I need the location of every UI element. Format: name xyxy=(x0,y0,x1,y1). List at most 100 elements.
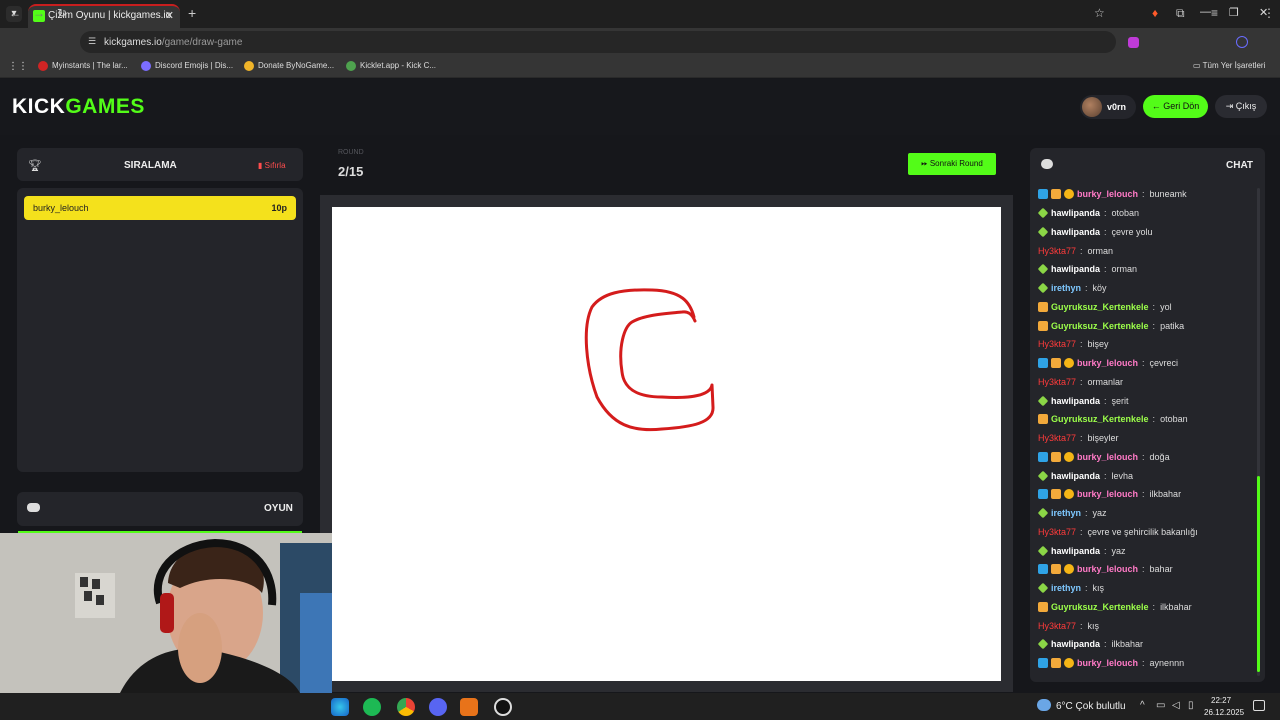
chat-username[interactable]: burky_lelouch xyxy=(1077,189,1138,199)
exit-button[interactable]: ⇥ Çıkış xyxy=(1215,95,1267,118)
chat-username[interactable]: Guyruksuz_Kertenkele xyxy=(1051,414,1149,424)
chat-username[interactable]: Guyruksuz_Kertenkele xyxy=(1051,321,1149,331)
minimize-icon[interactable]: — xyxy=(1200,6,1211,18)
webcam-overlay xyxy=(0,533,332,693)
trash-icon: ▮ xyxy=(258,161,265,170)
reset-label: Sıfırla xyxy=(264,161,286,170)
kicklet-icon xyxy=(346,61,356,71)
menu-kebab-icon[interactable]: ⋮ xyxy=(1263,6,1275,20)
clock-time[interactable]: 22:27 xyxy=(1211,696,1231,705)
chat-title: CHAT xyxy=(1226,160,1254,171)
chat-text: otoban xyxy=(1111,208,1140,219)
chat-username[interactable]: hawlipanda xyxy=(1051,639,1100,649)
file-app-icon[interactable] xyxy=(460,698,478,716)
chrome-icon[interactable] xyxy=(397,698,415,716)
bookmark-kicklet[interactable]: Kicklet.app - Kick C... xyxy=(346,61,436,71)
chat-username[interactable]: Guyruksuz_Kertenkele xyxy=(1051,602,1149,612)
chat-username[interactable]: Hy3kta77 xyxy=(1038,377,1076,387)
obs-icon[interactable] xyxy=(494,698,512,716)
battery-icon[interactable]: ▯ xyxy=(1188,700,1194,711)
chat-username[interactable]: hawlipanda xyxy=(1051,396,1100,406)
chat-message: Hy3kta77: bişey xyxy=(1038,335,1254,354)
chat-scrollbar-thumb[interactable] xyxy=(1257,476,1260,672)
chat-username[interactable]: burky_lelouch xyxy=(1077,658,1138,668)
weather-widget[interactable]: 6°C Çok bulutlu xyxy=(1056,701,1126,712)
restore-icon[interactable]: ❐ xyxy=(1229,6,1239,19)
profile-icon[interactable] xyxy=(1236,36,1248,48)
chat-username[interactable]: burky_lelouch xyxy=(1077,452,1138,462)
chat-username[interactable]: hawlipanda xyxy=(1051,264,1100,274)
chat-username[interactable]: hawlipanda xyxy=(1051,227,1100,237)
bookmark-label: Donate ByNoGame... xyxy=(258,61,335,71)
chat-message: burky_lelouch: ilkbahar xyxy=(1038,485,1254,504)
url-text[interactable]: kickgames.io/game/draw-game xyxy=(104,37,242,48)
reset-leaderboard-button[interactable]: ▮ Sıfırla xyxy=(258,161,286,170)
star-badge-icon xyxy=(1038,395,1049,406)
site-info-icon[interactable]: ☰ xyxy=(88,36,96,47)
back-arrow-icon[interactable]: ← xyxy=(9,6,21,20)
chat-username[interactable]: hawlipanda xyxy=(1051,471,1100,481)
chat-username[interactable]: hawlipanda xyxy=(1051,546,1100,556)
coin-badge-icon xyxy=(1064,358,1074,369)
extensions-puzzle-icon[interactable]: ⧉ xyxy=(1176,6,1185,21)
clock-date[interactable]: 26.12.2025 xyxy=(1204,708,1244,717)
chat-username[interactable]: burky_lelouch xyxy=(1077,358,1138,368)
chat-username[interactable]: irethyn xyxy=(1051,583,1081,593)
volume-icon[interactable]: ◁ xyxy=(1172,700,1180,711)
chat-username[interactable]: Hy3kta77 xyxy=(1038,339,1076,349)
chat-text: çevre ve şehircilik bakanlığı xyxy=(1087,526,1198,537)
bookmark-myinstants[interactable]: Myinstants | The lar... xyxy=(38,61,128,71)
bookmark-star-icon[interactable]: ☆ xyxy=(1094,6,1105,20)
back-button[interactable]: ← Geri Dön xyxy=(1143,95,1208,118)
tray-chevron-icon[interactable]: ^ xyxy=(1140,700,1145,711)
apps-grid-icon[interactable]: ⋮⋮ xyxy=(8,61,28,72)
edge-icon[interactable] xyxy=(331,698,349,716)
chat-username[interactable]: hawlipanda xyxy=(1051,208,1100,218)
next-round-button[interactable]: ⏩︎ Sonraki Round xyxy=(908,153,996,175)
spotify-icon[interactable] xyxy=(363,698,381,716)
all-bookmarks-folder[interactable]: ▭ Tüm Yer İşaretleri xyxy=(1193,61,1265,70)
chat-separator: : xyxy=(1104,545,1107,556)
forward-arrow-icon[interactable]: → xyxy=(33,6,45,20)
chat-username[interactable]: burky_lelouch xyxy=(1077,564,1138,574)
star-badge-icon xyxy=(1038,507,1049,519)
chat-username[interactable]: Hy3kta77 xyxy=(1038,621,1076,631)
browser-tab[interactable]: Çizim Oyunu | kickgames.io ✕ xyxy=(28,4,180,28)
new-tab-icon[interactable]: + xyxy=(188,5,196,21)
coin-badge-icon xyxy=(1064,658,1074,669)
bookmark-label: Tüm Yer İşaretleri xyxy=(1202,61,1266,70)
chat-separator: : xyxy=(1142,658,1145,669)
chat-separator: : xyxy=(1152,414,1156,425)
media-control-icon[interactable]: ≡ xyxy=(1211,6,1218,20)
chat-username[interactable]: Guyruksuz_Kertenkele xyxy=(1051,302,1149,312)
webcam-feed-image xyxy=(0,533,332,693)
bookmark-bynogame[interactable]: Donate ByNoGame... xyxy=(244,61,334,71)
chat-username[interactable]: Hy3kta77 xyxy=(1038,246,1076,256)
chat-separator: : xyxy=(1142,489,1145,500)
fast-forward-icon: ⏩︎ xyxy=(921,159,930,168)
network-icon[interactable]: ▭ xyxy=(1156,700,1165,711)
close-tab-icon[interactable]: ✕ xyxy=(165,9,174,22)
discord-icon[interactable] xyxy=(429,698,447,716)
blue-badge-icon xyxy=(1038,189,1048,200)
extension-icon[interactable] xyxy=(1128,37,1139,48)
chat-username[interactable]: burky_lelouch xyxy=(1077,489,1138,499)
chat-message-list[interactable]: burky_lelouch: buneamk hawlipanda: otoban ha… xyxy=(1038,185,1254,677)
chat-username[interactable]: irethyn xyxy=(1051,283,1081,293)
chat-username[interactable]: Hy3kta77 xyxy=(1038,527,1076,537)
chat-username[interactable]: irethyn xyxy=(1051,508,1081,518)
reload-icon[interactable]: ↻ xyxy=(57,6,67,20)
chat-separator: : xyxy=(1152,320,1156,331)
bookmark-discord-emojis[interactable]: Discord Emojis | Dis... xyxy=(141,61,233,71)
chat-text: buneamk xyxy=(1149,189,1187,200)
drawing-canvas[interactable] xyxy=(332,207,1001,681)
gamepad-icon xyxy=(27,503,40,512)
discord-emojis-icon xyxy=(141,61,151,71)
chat-username[interactable]: Hy3kta77 xyxy=(1038,433,1076,443)
kickgames-logo[interactable]: KICKGAMES xyxy=(12,95,145,119)
extension-flame-icon[interactable]: ♦ xyxy=(1152,6,1158,20)
notification-icon[interactable] xyxy=(1253,700,1265,711)
round-counter: 2/15 xyxy=(338,164,364,179)
chat-text: orman xyxy=(1111,264,1138,275)
chat-text: ilkbahar xyxy=(1160,601,1192,612)
